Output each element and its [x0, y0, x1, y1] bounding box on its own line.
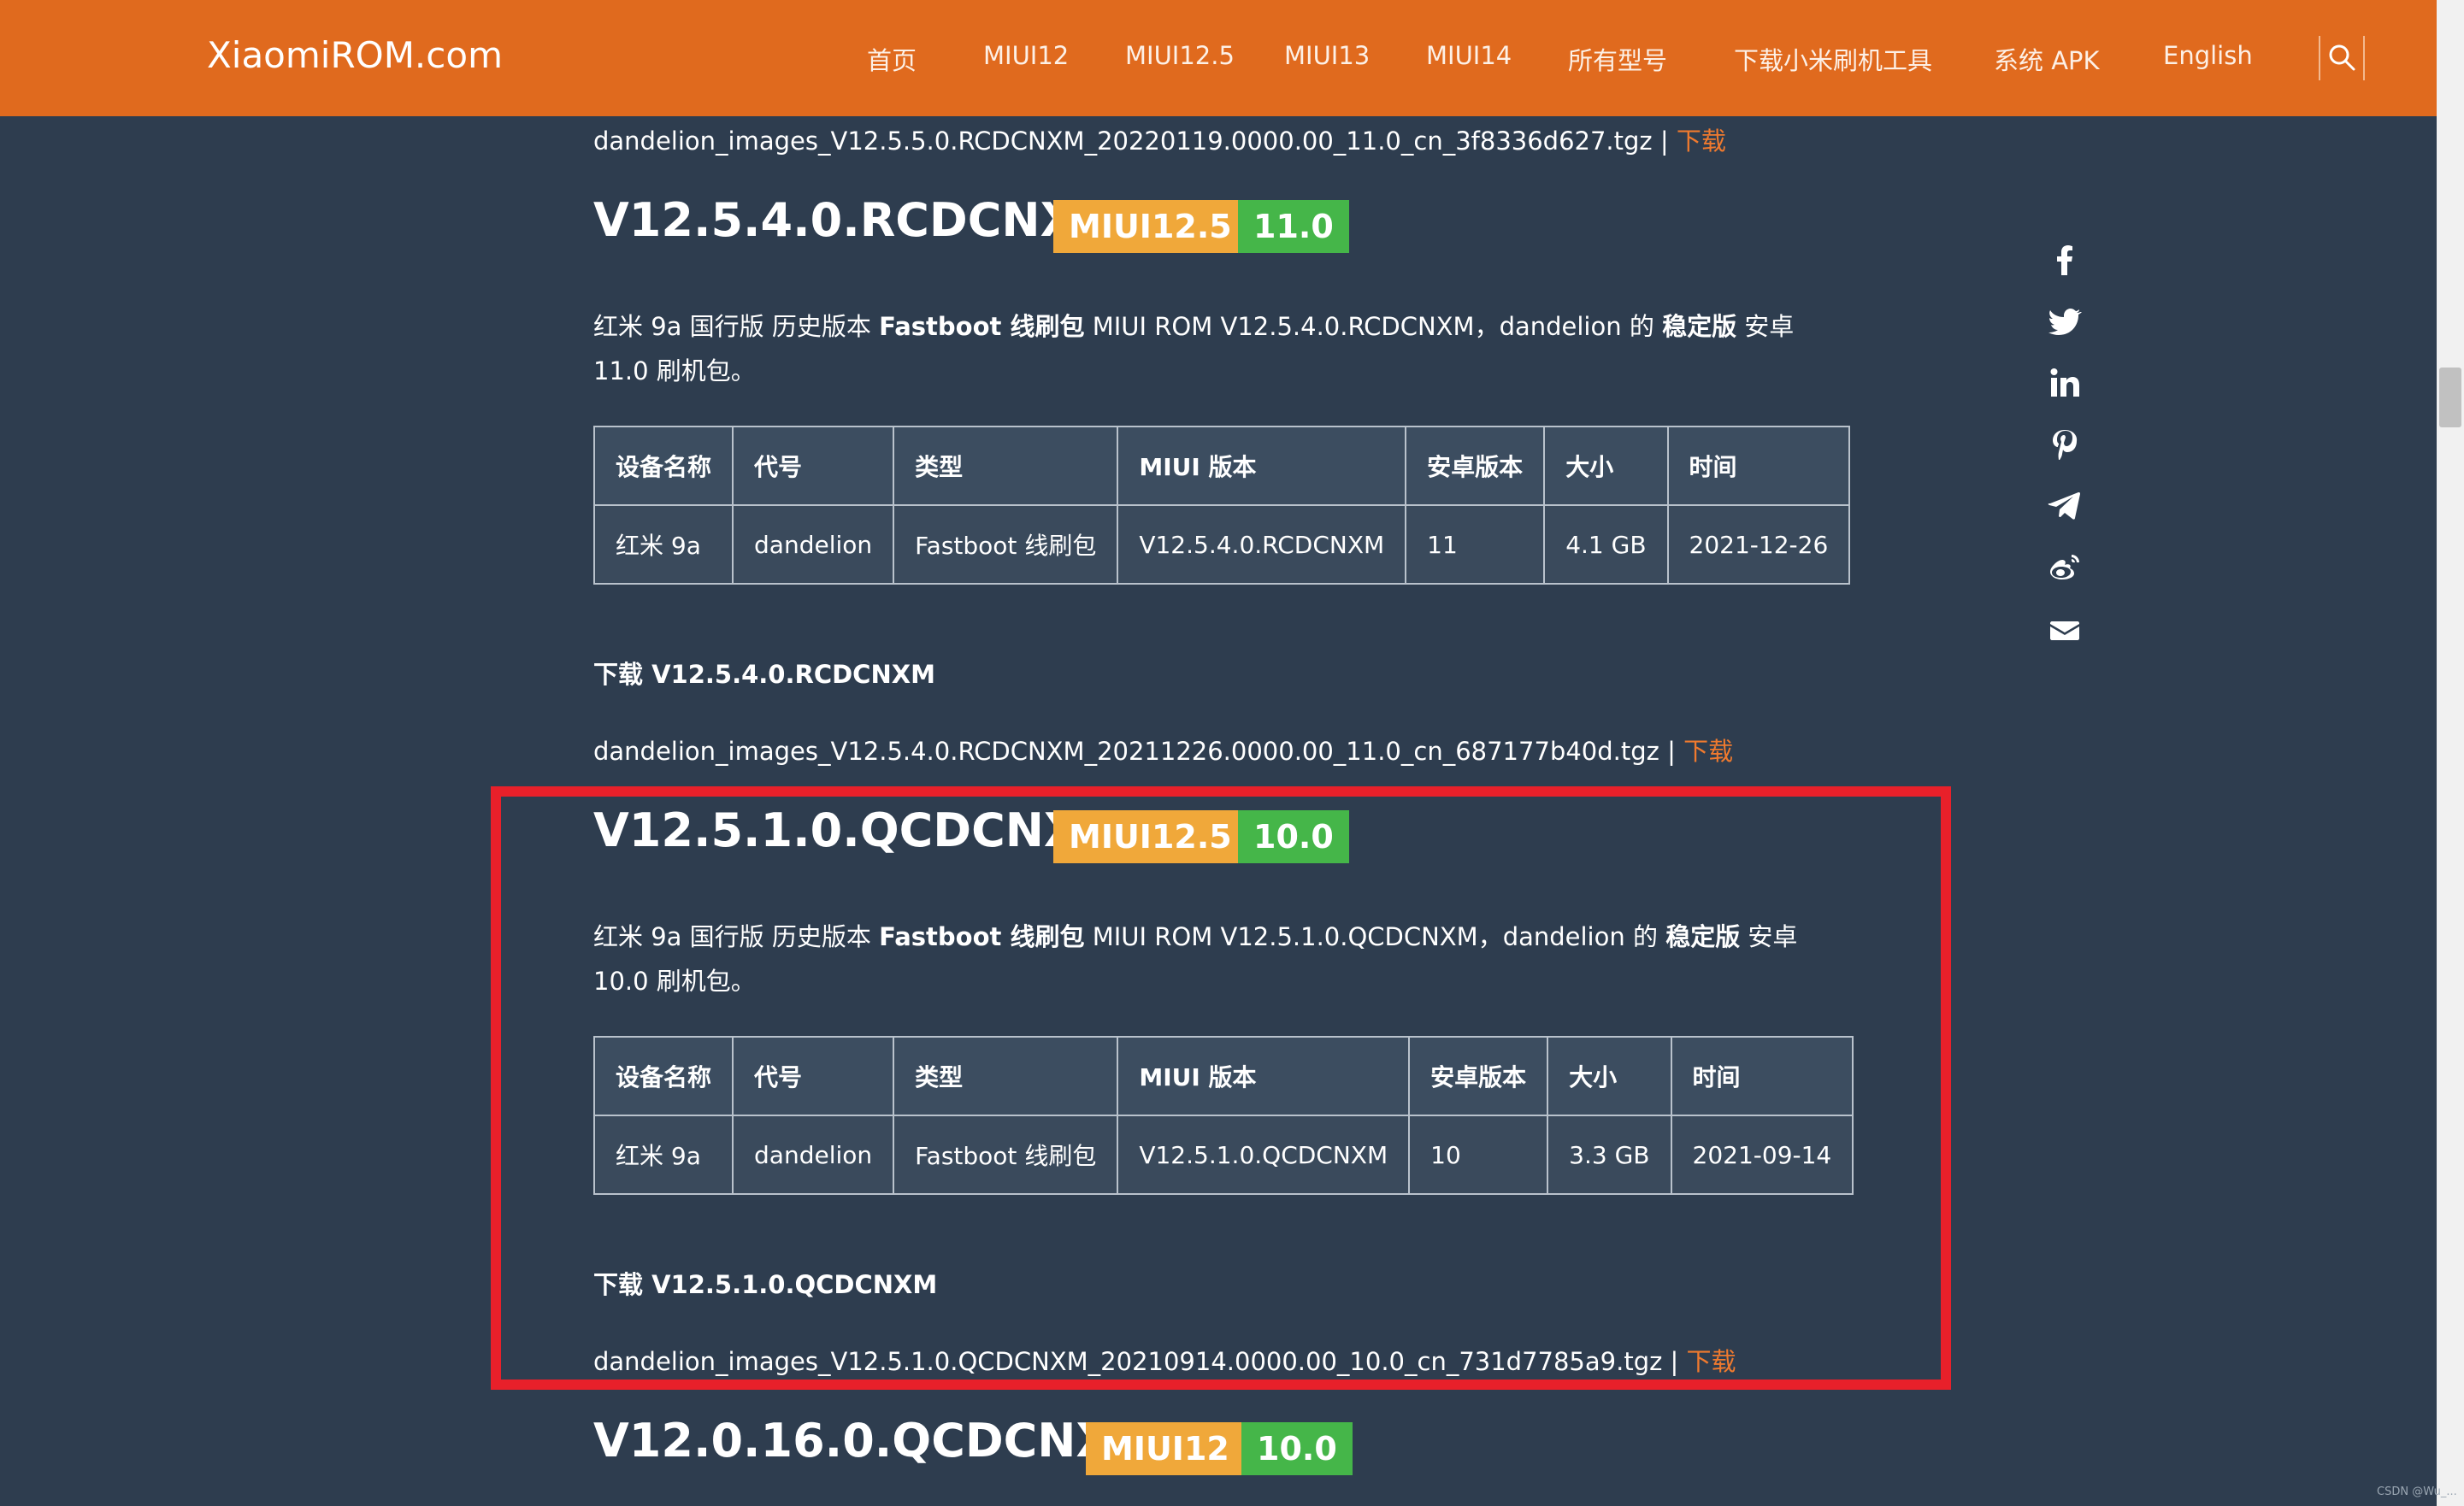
miui-badge: MIUI12.5 — [1053, 200, 1247, 253]
nav-home[interactable]: 首页 — [867, 41, 917, 77]
table-row: 红米 9a dandelion Fastboot 线刷包 V12.5.4.0.R… — [592, 504, 1851, 585]
nav-miui12-5[interactable]: MIUI12.5 — [1125, 41, 1235, 70]
scrollbar-thumb[interactable] — [2439, 368, 2461, 427]
nav-miui13[interactable]: MIUI13 — [1284, 41, 1370, 70]
release-table: 设备名称 代号 类型 MIUI 版本 安卓版本 大小 时间 红米 9a dand… — [592, 426, 1851, 585]
nav-flash-tool[interactable]: 下载小米刷机工具 — [1734, 41, 1932, 77]
facebook-icon[interactable] — [2048, 243, 2082, 277]
scrollbar-track[interactable] — [2437, 0, 2464, 1506]
nav-system-apk[interactable]: 系统 APK — [1994, 41, 2100, 77]
android-badge: 10.0 — [1241, 1422, 1353, 1475]
telegram-icon[interactable] — [2048, 487, 2082, 521]
weibo-icon[interactable] — [2048, 550, 2082, 585]
release-version-title: V12.5.4.0.RCDCNXM — [593, 193, 1122, 247]
release-version-title: V12.0.16.0.QCDCNXM — [593, 1414, 1158, 1468]
file-name: dandelion_images_V12.5.5.0.RCDCNXM_20220… — [593, 126, 1653, 156]
linkedin-icon[interactable] — [2048, 366, 2082, 400]
nav-all-models[interactable]: 所有型号 — [1568, 41, 1667, 77]
email-icon[interactable] — [2048, 614, 2082, 648]
nav-divider — [2319, 36, 2320, 80]
miui-badge: MIUI12 — [1086, 1422, 1245, 1475]
twitter-icon[interactable] — [2048, 304, 2082, 338]
download-heading: 下载 V12.5.4.0.RCDCNXM — [593, 660, 935, 689]
nav-miui12[interactable]: MIUI12 — [983, 41, 1069, 70]
download-link[interactable]: 下载 — [1683, 737, 1733, 766]
previous-file-line: dandelion_images_V12.5.5.0.RCDCNXM_20220… — [593, 126, 1726, 156]
pinterest-icon[interactable] — [2048, 427, 2082, 462]
site-header: XiaomiROM.com 首页 MIUI12 MIUI12.5 MIUI13 … — [0, 0, 2437, 116]
site-brand[interactable]: XiaomiROM.com — [207, 34, 503, 76]
table-header-row: 设备名称 代号 类型 MIUI 版本 安卓版本 大小 时间 — [592, 426, 1851, 506]
release-description: 红米 9a 国行版 历史版本 Fastboot 线刷包 MIUI ROM V12… — [593, 312, 1795, 385]
watermark-text: CSDN @Wu_... — [2377, 1485, 2457, 1498]
nav-divider — [2363, 36, 2365, 80]
file-name: dandelion_images_V12.5.4.0.RCDCNXM_20211… — [593, 737, 1659, 766]
nav-miui14[interactable]: MIUI14 — [1426, 41, 1512, 70]
highlight-annotation-box — [491, 786, 1951, 1390]
release-file-line: dandelion_images_V12.5.4.0.RCDCNXM_20211… — [593, 737, 1734, 766]
search-icon[interactable] — [2327, 43, 2356, 72]
nav-english[interactable]: English — [2163, 41, 2253, 70]
android-badge: 11.0 — [1238, 200, 1349, 253]
download-link[interactable]: 下载 — [1677, 126, 1726, 156]
